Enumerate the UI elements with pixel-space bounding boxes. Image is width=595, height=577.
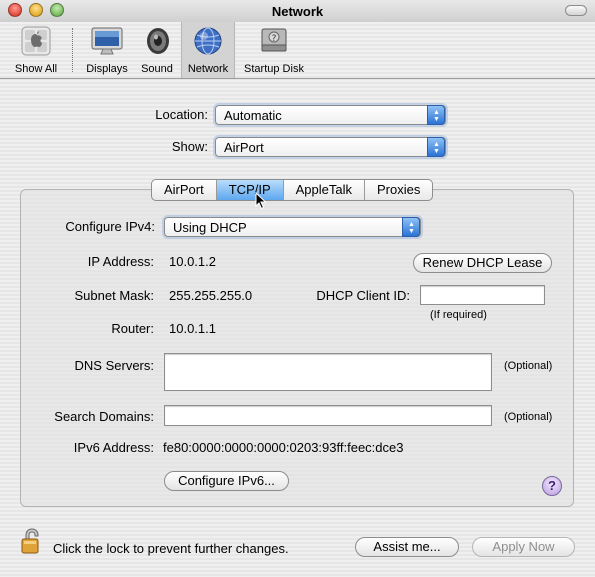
location-label: Location:: [155, 107, 208, 122]
toolbar-sound[interactable]: Sound: [136, 22, 178, 78]
subnet-mask-value: 255.255.255.0: [169, 288, 253, 303]
speaker-icon: [147, 28, 169, 54]
apple-logo-icon: [21, 26, 51, 56]
search-domains-hint: (Optional): [504, 411, 553, 423]
toolbar-toggle-button[interactable]: [565, 5, 587, 16]
ip-address-label: IP Address:: [87, 254, 154, 269]
dhcp-client-id-label: DHCP Client ID:: [316, 288, 410, 303]
network-preferences-window: Network Show All Displays Sound Network …: [0, 0, 595, 577]
tab-airport[interactable]: AirPort: [152, 180, 217, 200]
toolbar-startup-disk-label: Startup Disk: [244, 63, 304, 75]
show-label: Show:: [171, 139, 208, 154]
popup-arrows-icon: ▲ ▼: [402, 217, 420, 237]
search-domains-field[interactable]: [164, 405, 492, 426]
search-domains-label: Search Domains:: [54, 409, 154, 424]
toolbar-network-label: Network: [187, 63, 229, 75]
dhcp-client-id-field[interactable]: [420, 285, 545, 305]
show-value: AirPort: [224, 140, 264, 155]
toolbar-displays-label: Displays: [86, 63, 128, 75]
popup-arrows-icon: ▲ ▼: [427, 137, 445, 157]
hard-disk-icon: ?: [261, 28, 287, 52]
toolbar-displays[interactable]: Displays: [82, 22, 132, 78]
ip-address-value: 10.0.1.2: [169, 254, 216, 269]
tab-bar: AirPort TCP/IP AppleTalk Proxies: [151, 179, 434, 201]
toolbar-startup-disk[interactable]: ? Startup Disk: [237, 22, 311, 78]
dns-servers-field[interactable]: [164, 353, 492, 391]
lock-icon[interactable]: [20, 527, 44, 555]
toolbar-separator: [72, 28, 73, 72]
toolbar-show-all-label: Show All: [14, 63, 58, 75]
router-label: Router:: [111, 321, 154, 336]
toolbar-show-all[interactable]: Show All: [6, 22, 66, 78]
router-value: 10.0.1.1: [169, 321, 216, 336]
tab-proxies[interactable]: Proxies: [365, 180, 432, 200]
configure-ipv4-value: Using DHCP: [173, 220, 247, 235]
location-value: Automatic: [224, 108, 282, 123]
renew-dhcp-lease-button[interactable]: Renew DHCP Lease: [413, 253, 552, 273]
subnet-mask-label: Subnet Mask:: [74, 288, 155, 303]
apply-now-button[interactable]: Apply Now: [472, 537, 575, 557]
display-icon: [91, 27, 123, 55]
dns-servers-hint: (Optional): [504, 360, 553, 372]
toolbar-sound-label: Sound: [141, 63, 173, 75]
assist-me-button[interactable]: Assist me...: [355, 537, 459, 557]
mouse-pointer-icon: [255, 192, 267, 210]
lock-message: Click the lock to prevent further change…: [53, 541, 289, 556]
dhcp-client-id-hint: (If required): [430, 309, 487, 321]
help-button[interactable]: ?: [542, 476, 562, 496]
tab-appletalk[interactable]: AppleTalk: [284, 180, 366, 200]
window-title: Network: [271, 4, 324, 19]
svg-text:?: ?: [272, 34, 277, 44]
tab-tcpip[interactable]: TCP/IP: [216, 180, 284, 200]
globe-icon: [194, 27, 222, 55]
popup-arrows-icon: ▲ ▼: [427, 105, 445, 125]
configure-ipv4-popup[interactable]: Using DHCP ▲ ▼: [164, 217, 421, 237]
dns-servers-label: DNS Servers:: [74, 358, 154, 373]
ipv6-address-value: fe80:0000:0000:0000:0203:93ff:feec:dce3: [163, 440, 404, 455]
configure-ipv4-label: Configure IPv4:: [65, 219, 155, 234]
toolbar: Show All Displays Sound Network ? Startu…: [0, 22, 595, 79]
ipv6-address-label: IPv6 Address:: [73, 440, 154, 455]
toolbar-network[interactable]: Network: [181, 22, 235, 78]
configure-ipv6-button[interactable]: Configure IPv6...: [164, 471, 289, 491]
title-bar: Network: [0, 0, 595, 23]
location-popup[interactable]: Automatic ▲ ▼: [215, 105, 446, 125]
show-popup[interactable]: AirPort ▲ ▼: [215, 137, 446, 157]
